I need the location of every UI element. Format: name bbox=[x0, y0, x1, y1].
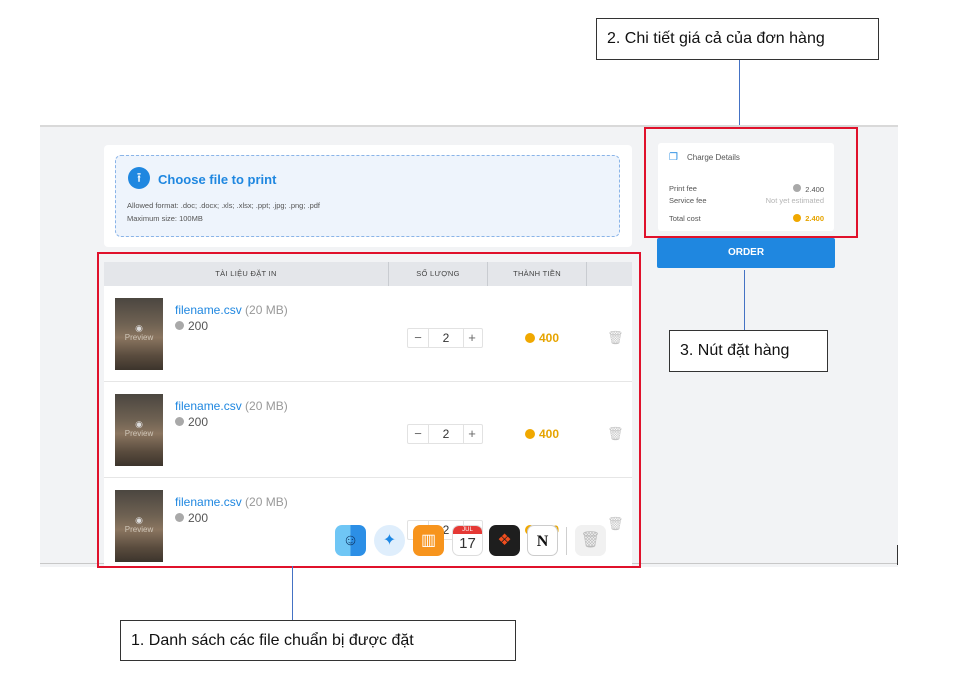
upload-icon[interactable]: ⭱ bbox=[128, 167, 150, 189]
highlight-file-list bbox=[97, 252, 641, 568]
annotation-file-list: 1. Danh sách các file chuẩn bị được đặt bbox=[120, 620, 516, 661]
annotation-price-details: 2. Chi tiết giá cả của đơn hàng bbox=[596, 18, 879, 60]
order-button[interactable]: ORDER bbox=[657, 238, 835, 268]
screenshot-edge-mark bbox=[897, 545, 898, 565]
annotation-order-button: 3. Nút đặt hàng bbox=[669, 330, 828, 372]
connector-line bbox=[744, 270, 745, 330]
connector-line bbox=[292, 566, 293, 620]
highlight-charge-details bbox=[644, 127, 858, 238]
allowed-formats-text: Allowed format: .doc; .docx; .xls; .xlsx… bbox=[127, 201, 321, 210]
choose-file-button[interactable]: Choose file to print bbox=[158, 172, 276, 187]
max-size-text: Maximum size: 100MB bbox=[127, 214, 203, 223]
connector-line bbox=[739, 60, 740, 125]
file-dropzone[interactable] bbox=[115, 155, 620, 237]
